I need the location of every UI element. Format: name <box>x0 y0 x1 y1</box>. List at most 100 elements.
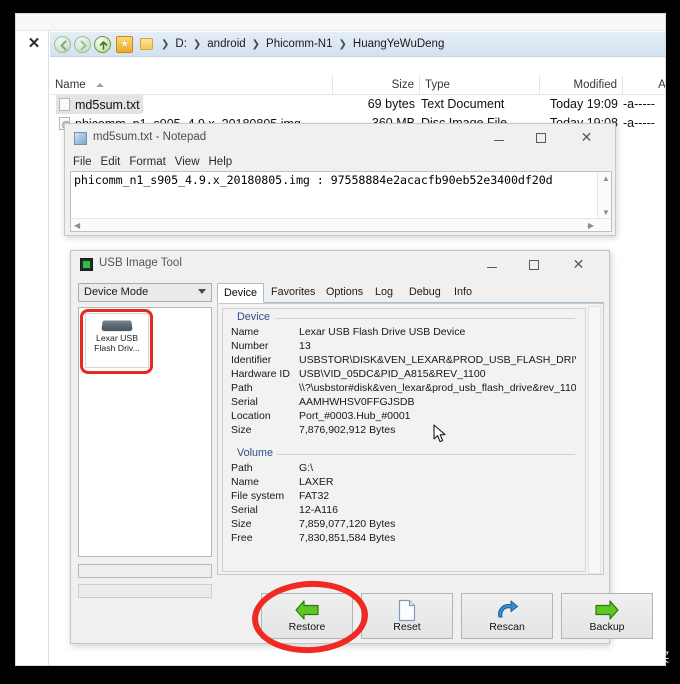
volume-size-key: Size <box>231 518 252 530</box>
panel-vertical-scrollbar[interactable] <box>588 306 601 574</box>
notepad-vertical-scrollbar[interactable]: ▲ ▼ <box>597 172 611 219</box>
back-arrow-icon[interactable] <box>54 35 71 53</box>
rescan-button-label: Rescan <box>489 621 525 633</box>
volume-size-value: 7,859,077,120 Bytes <box>299 518 396 530</box>
device-mode-value: Device Mode <box>84 286 149 298</box>
favorites-star-icon[interactable]: ★ <box>116 35 133 53</box>
status-bar-secondary <box>78 584 212 598</box>
file-type-cell: Text Document <box>421 97 505 111</box>
scroll-right-icon[interactable]: ▶ <box>588 221 594 230</box>
usb-image-tool-window: USB Image Tool ✕ Device Mode Lexar USB F… <box>70 250 653 656</box>
device-list-item-lexar[interactable]: Lexar USB Flash Driv... <box>85 313 149 368</box>
breadcrumb-sep-3: ❯ <box>338 38 347 50</box>
tab-info[interactable]: Info <box>448 283 478 303</box>
restore-button[interactable]: Restore <box>261 593 353 639</box>
reset-button-label: Reset <box>393 621 421 633</box>
notepad-horizontal-scrollbar[interactable]: ◀ ▶ <box>71 218 611 231</box>
forward-arrow-icon[interactable] <box>74 35 91 53</box>
usbtool-minimize-button[interactable] <box>471 251 512 278</box>
usbtool-close-button[interactable]: ✕ <box>558 251 599 278</box>
file-name-cell: md5sum.txt <box>56 95 143 114</box>
device-identifier-key: Identifier <box>231 354 272 366</box>
star-glyph: ★ <box>119 37 130 50</box>
column-header-type[interactable]: Type <box>420 76 540 95</box>
device-name-key: Name <box>231 326 260 338</box>
notepad-close-button[interactable]: ✕ <box>566 124 607 151</box>
device-details-panel: Device Name Lexar USB Flash Drive USB De… <box>222 308 586 572</box>
status-bar-primary <box>78 564 212 578</box>
column-header-attr[interactable]: Attr <box>623 76 665 95</box>
breadcrumb-item-1[interactable]: android <box>205 38 247 50</box>
group-divider <box>277 454 575 455</box>
chevron-down-icon <box>198 289 206 294</box>
column-header-name[interactable]: Name <box>50 76 333 95</box>
scroll-down-icon[interactable]: ▼ <box>602 208 610 217</box>
volume-free-value: 7,830,851,584 Bytes <box>299 532 396 544</box>
tab-favorites[interactable]: Favorites <box>265 283 321 303</box>
reset-button[interactable]: Reset <box>361 593 453 639</box>
menu-item-help[interactable]: Help <box>209 156 233 168</box>
notepad-title-label: md5sum.txt - Notepad <box>93 131 207 143</box>
breadcrumb-item-3[interactable]: HuangYeWuDeng <box>351 38 446 50</box>
device-location-key: Location <box>231 410 271 422</box>
folder-icon <box>140 38 153 50</box>
volume-filesystem-key: File system <box>231 490 285 502</box>
tab-options[interactable]: Options <box>320 283 369 303</box>
rescan-button[interactable]: Rescan <box>461 593 553 639</box>
device-number-key: Number <box>231 340 269 352</box>
notepad-content: phicomm_n1_s905_4.9.x_20180805.img : 975… <box>74 173 553 187</box>
menu-item-edit[interactable]: Edit <box>101 156 121 168</box>
menu-item-file[interactable]: File <box>73 156 92 168</box>
up-arrow-icon[interactable] <box>94 35 111 53</box>
device-group-legend: Device <box>233 311 275 323</box>
device-list[interactable]: Lexar USB Flash Driv... <box>78 307 212 557</box>
watermark: 什么值得买 <box>583 647 670 666</box>
volume-serial-value: 12-A116 <box>299 504 338 516</box>
notepad-maximize-button[interactable] <box>520 124 561 151</box>
device-identifier-value: USBSTOR\DISK&VEN_LEXAR&PROD_USB_FLASH_DR… <box>299 354 576 366</box>
column-header-size[interactable]: Size <box>333 76 420 95</box>
tab-bar: Device Favorites Options Log Debug Info <box>217 283 604 303</box>
notepad-text-area[interactable]: phicomm_n1_s905_4.9.x_20180805.img : 975… <box>70 171 612 232</box>
screenshot-root: ✕ ★ ❯ D: ❯ android ❯ Phicomm-N1 ❯ HuangY… <box>0 0 680 684</box>
volume-filesystem-value: FAT32 <box>299 490 330 502</box>
breadcrumb-item-2[interactable]: Phicomm-N1 <box>264 38 334 50</box>
scroll-left-icon[interactable]: ◀ <box>74 221 80 230</box>
column-header-modified[interactable]: Modified <box>540 76 623 95</box>
tab-log[interactable]: Log <box>369 283 399 303</box>
table-row[interactable]: md5sum.txt 69 bytes Text Document Today … <box>50 95 665 114</box>
watermark-text: 什么值得买 <box>602 651 670 666</box>
scroll-up-icon[interactable]: ▲ <box>602 174 610 183</box>
restore-button-label: Restore <box>288 621 326 633</box>
device-serial-value: AAMHWHSV0FFGJSDB <box>299 396 415 408</box>
device-size-key: Size <box>231 424 252 436</box>
device-serial-key: Serial <box>231 396 258 408</box>
notepad-menubar: File Edit Format View Help <box>65 152 615 171</box>
backup-button[interactable]: Backup <box>561 593 653 639</box>
file-size-cell: 69 bytes <box>367 97 415 111</box>
notepad-minimize-button[interactable] <box>478 124 519 151</box>
column-header-name-label: Name <box>55 79 86 91</box>
volume-group-legend: Volume <box>233 447 278 459</box>
tab-device[interactable]: Device <box>217 283 265 303</box>
usbtool-maximize-button[interactable] <box>513 251 554 278</box>
explorer-close-button[interactable]: ✕ <box>26 36 42 52</box>
usbtool-app-icon <box>80 258 93 271</box>
menu-item-view[interactable]: View <box>175 156 200 168</box>
volume-free-key: Free <box>231 532 253 544</box>
file-attr-cell: -a----- <box>623 116 655 130</box>
group-divider <box>275 318 575 319</box>
volume-serial-key: Serial <box>231 504 258 516</box>
breadcrumb-sep-0: ❯ <box>161 38 170 50</box>
minimize-icon <box>486 267 497 268</box>
device-list-item-label: Lexar USB Flash Driv... <box>86 333 148 353</box>
breadcrumb-item-0[interactable]: D: <box>173 38 189 50</box>
menu-item-format[interactable]: Format <box>129 156 165 168</box>
tab-debug[interactable]: Debug <box>403 283 447 303</box>
volume-path-value: G:\ <box>299 462 314 474</box>
device-label-line2: Flash Driv... <box>94 343 140 353</box>
file-attr-cell: -a----- <box>623 97 655 111</box>
device-location-value: Port_#0003.Hub_#0001 <box>299 410 411 422</box>
device-mode-select[interactable]: Device Mode <box>78 283 212 302</box>
usb-drive-icon <box>101 320 133 332</box>
